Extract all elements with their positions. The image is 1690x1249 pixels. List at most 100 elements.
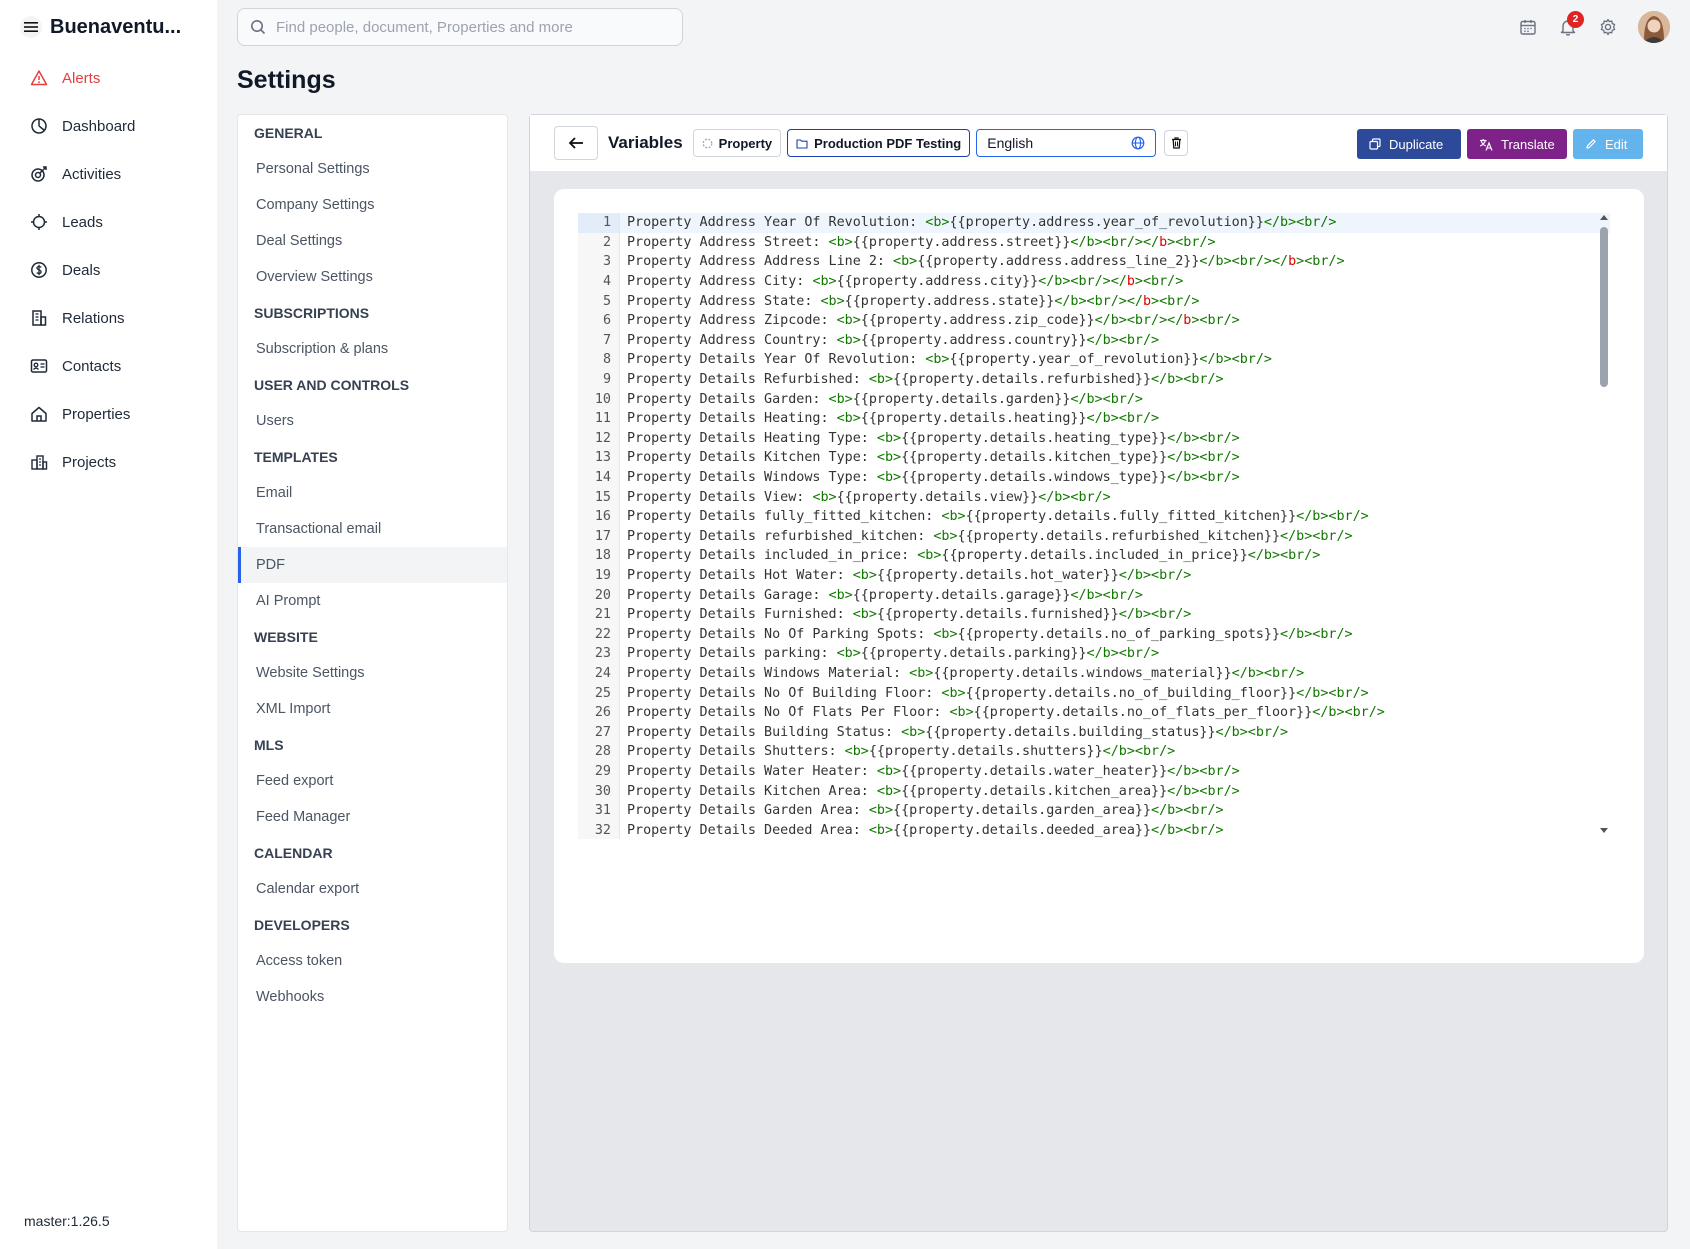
settings-item-overview-settings[interactable]: Overview Settings: [238, 259, 507, 295]
code-line[interactable]: 4 Property Address City: <b>{{property.ad…: [578, 271, 1610, 292]
main-sidebar: Buenaventu... Alerts Dashboard Activities L…: [0, 0, 217, 1249]
scroll-up-arrow[interactable]: [1600, 215, 1608, 220]
code-line[interactable]: 14 Property Details Windows Type: <b>{{pr…: [578, 467, 1610, 488]
line-number: 4: [578, 271, 620, 292]
calendar-icon[interactable]: [1508, 8, 1548, 46]
code-line[interactable]: 28 Property Details Shutters: <b>{{proper…: [578, 742, 1610, 762]
settings-item-company-settings[interactable]: Company Settings: [238, 187, 507, 223]
code-line[interactable]: 27 Property Details Building Status: <b>{…: [578, 722, 1610, 743]
code-line[interactable]: 5 Property Address State: <b>{{property.a…: [578, 291, 1610, 311]
code-line[interactable]: 13 Property Details Kitchen Type: <b>{{pr…: [578, 448, 1610, 468]
code-line[interactable]: 29 Property Details Water Heater: <b>{{pr…: [578, 761, 1610, 782]
nav-item-deals[interactable]: Deals: [0, 246, 217, 294]
code-line[interactable]: 24 Property Details Windows Material: <b>…: [578, 663, 1610, 684]
language-select[interactable]: English: [976, 129, 1157, 157]
settings-item-subscription-plans[interactable]: Subscription & plans: [238, 331, 507, 367]
settings-item-ai-prompt[interactable]: AI Prompt: [238, 583, 507, 619]
code-line[interactable]: 19 Property Details Hot Water: <b>{{prope…: [578, 565, 1610, 586]
settings-item-website-settings[interactable]: Website Settings: [238, 655, 507, 691]
line-number: 30: [578, 781, 620, 801]
code-line[interactable]: 30 Property Details Kitchen Area: <b>{{pr…: [578, 781, 1610, 801]
settings-item-pdf[interactable]: PDF: [238, 547, 507, 583]
nav-item-projects[interactable]: Projects: [0, 438, 217, 486]
code-line[interactable]: 16 Property Details fully_fitted_kitchen:…: [578, 506, 1610, 527]
code-line[interactable]: 22 Property Details No Of Parking Spots: …: [578, 624, 1610, 645]
code-line[interactable]: 18 Property Details included_in_price: <b…: [578, 546, 1610, 566]
line-number: 27: [578, 722, 620, 743]
settings-section-website: WEBSITE: [254, 629, 318, 645]
line-number: 16: [578, 506, 620, 527]
editor-toolbar: Variables Property Production PDF Testin…: [530, 115, 1667, 172]
settings-item-access-token[interactable]: Access token: [238, 943, 507, 979]
settings-item-transactional-email[interactable]: Transactional email: [238, 511, 507, 547]
scroll-down-arrow[interactable]: [1600, 828, 1608, 833]
bell-icon[interactable]: 2: [1548, 8, 1588, 46]
code-text: Property Address Country: <b>{{property.…: [627, 332, 1160, 348]
duplicate-button[interactable]: Duplicate: [1357, 129, 1461, 159]
menu-icon[interactable]: [20, 16, 42, 38]
settings-item-users[interactable]: Users: [238, 403, 507, 439]
code-line[interactable]: 6 Property Address Zipcode: <b>{{property…: [578, 310, 1610, 331]
code-line[interactable]: 9 Property Details Refurbished: <b>{{prop…: [578, 369, 1610, 390]
code-line[interactable]: 15 Property Details View: <b>{{property.d…: [578, 487, 1610, 507]
nav-item-properties[interactable]: Properties: [0, 390, 217, 438]
code-line[interactable]: 20 Property Details Garage: <b>{{property…: [578, 585, 1610, 605]
delete-button[interactable]: [1164, 130, 1189, 156]
code-text: Property Address Address Line 2: <b>{{pr…: [627, 254, 1345, 270]
line-number: 9: [578, 369, 620, 390]
code-editor[interactable]: 1 Property Address Year Of Revolution: <b…: [578, 213, 1610, 839]
code-line[interactable]: 8 Property Details Year Of Revolution: <b…: [578, 350, 1610, 370]
settings-item-feed-manager[interactable]: Feed Manager: [238, 799, 507, 835]
nav-item-contacts[interactable]: Contacts: [0, 342, 217, 390]
settings-item-xml-import[interactable]: XML Import: [238, 691, 507, 727]
nav-item-leads[interactable]: Leads: [0, 198, 217, 246]
settings-item-email[interactable]: Email: [238, 475, 507, 511]
template-chip[interactable]: Production PDF Testing: [787, 129, 971, 157]
gear-icon[interactable]: [1588, 8, 1628, 46]
code-line[interactable]: 32 Property Details Deeded Area: <b>{{pro…: [578, 820, 1610, 839]
search-input[interactable]: [276, 18, 676, 36]
code-line[interactable]: 11 Property Details Heating: <b>{{propert…: [578, 408, 1610, 429]
code-line[interactable]: 7 Property Address Country: <b>{{property…: [578, 330, 1610, 351]
line-number: 23: [578, 644, 620, 664]
code-line[interactable]: 3 Property Address Address Line 2: <b>{{p…: [578, 252, 1610, 272]
edit-button[interactable]: Edit: [1573, 129, 1643, 159]
settings-item-calendar-export[interactable]: Calendar export: [238, 871, 507, 907]
code-text: Property Details refurbished_kitchen: <b…: [627, 528, 1353, 544]
code-line[interactable]: 31 Property Details Garden Area: <b>{{pro…: [578, 800, 1610, 821]
code-line[interactable]: 25 Property Details No Of Building Floor:…: [578, 683, 1610, 703]
code-line[interactable]: 12 Property Details Heating Type: <b>{{pr…: [578, 428, 1610, 449]
line-number: 21: [578, 604, 620, 625]
settings-item-deal-settings[interactable]: Deal Settings: [238, 223, 507, 259]
nav-item-label: Deals: [62, 261, 101, 279]
code-text: Property Details Shutters: <b>{{property…: [627, 744, 1176, 760]
scroll-thumb[interactable]: [1600, 227, 1608, 387]
back-button[interactable]: [554, 126, 598, 160]
nav-item-alerts[interactable]: Alerts: [0, 54, 217, 102]
user-avatar[interactable]: [1638, 11, 1670, 43]
global-search[interactable]: [237, 8, 683, 46]
code-line[interactable]: 10 Property Details Garden: <b>{{property…: [578, 389, 1610, 409]
translate-button[interactable]: Translate: [1467, 129, 1567, 159]
code-text: Property Details Water Heater: <b>{{prop…: [627, 763, 1240, 779]
code-line[interactable]: 21 Property Details Furnished: <b>{{prope…: [578, 604, 1610, 625]
brand-name[interactable]: Buenaventu...: [50, 16, 181, 39]
line-number: 29: [578, 761, 620, 782]
code-line[interactable]: 17 Property Details refurbished_kitchen: …: [578, 526, 1610, 547]
code-text: Property Details Garden Area: <b>{{prope…: [627, 803, 1224, 819]
code-line[interactable]: 2 Property Address Street: <b>{{property.…: [578, 232, 1610, 253]
nav-item-dashboard[interactable]: Dashboard: [0, 102, 217, 150]
code-line[interactable]: 1 Property Address Year Of Revolution: <b…: [578, 213, 1610, 233]
nav-item-activities[interactable]: Activities: [0, 150, 217, 198]
code-line[interactable]: 23 Property Details parking: <b>{{propert…: [578, 644, 1610, 664]
settings-item-personal-settings[interactable]: Personal Settings: [238, 151, 507, 187]
code-text: Property Details View: <b>{{property.det…: [627, 489, 1111, 505]
settings-item-webhooks[interactable]: Webhooks: [238, 979, 507, 1015]
settings-item-feed-export[interactable]: Feed export: [238, 763, 507, 799]
nav-item-relations[interactable]: Relations: [0, 294, 217, 342]
editor-scrollbar[interactable]: [1598, 213, 1610, 839]
search-icon: [251, 20, 266, 35]
code-line[interactable]: 26 Property Details No Of Flats Per Floor…: [578, 702, 1610, 723]
entity-chip[interactable]: Property: [692, 129, 782, 157]
template-editor-panel: Variables Property Production PDF Testin…: [529, 114, 1668, 1232]
